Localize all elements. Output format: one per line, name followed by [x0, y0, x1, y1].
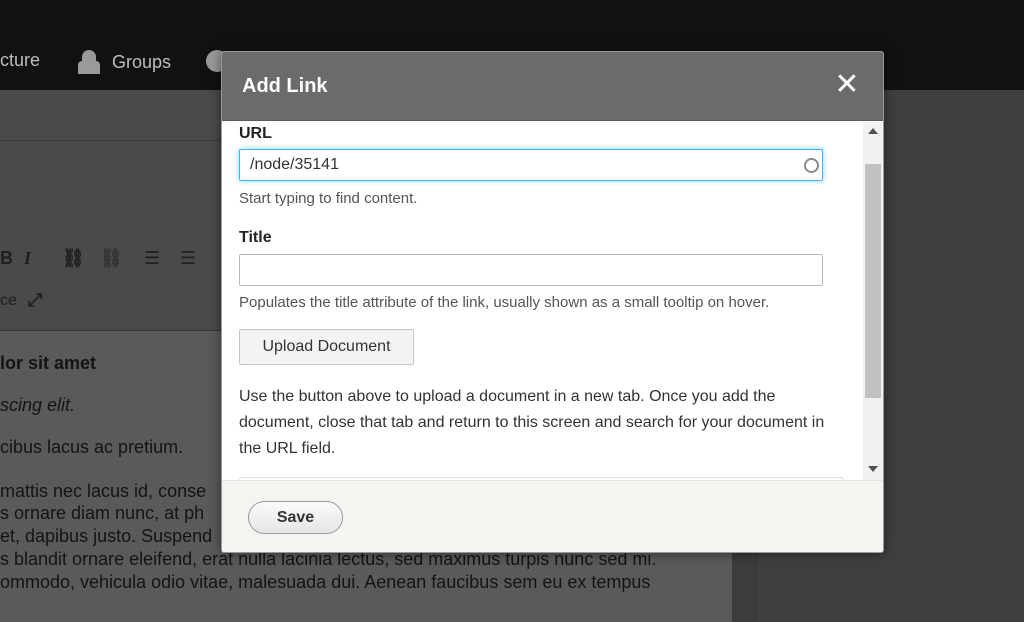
- dialog-body: URL Start typing to find content. Title …: [222, 122, 883, 480]
- toolbar-structure-link[interactable]: cture: [0, 50, 40, 71]
- scroll-up-arrow-icon[interactable]: [868, 128, 878, 134]
- content-line: ommodo, vehicula odio vitae, malesuada d…: [0, 572, 651, 592]
- toolbar-groups-label: Groups: [112, 51, 172, 72]
- maximize-icon[interactable]: ⤢: [28, 290, 42, 311]
- content-line: mattis nec lacus id, conse: [0, 481, 207, 501]
- dialog-footer: Save: [222, 480, 883, 552]
- title-label: Title: [239, 229, 272, 246]
- upload-help-text: Use the button above to upload a documen…: [239, 388, 825, 457]
- source-button-label[interactable]: ce: [0, 292, 17, 310]
- title-input[interactable]: [239, 254, 823, 286]
- content-line: s ornare diam nunc, at ph: [0, 503, 205, 523]
- toolbar-groups-link[interactable]: Groups: [78, 50, 171, 74]
- groups-icon: [78, 50, 100, 74]
- unlink-icon[interactable]: ⛓: [100, 248, 123, 269]
- bold-icon[interactable]: B: [0, 248, 13, 269]
- bulleted-list-icon[interactable]: ☰: [144, 248, 160, 269]
- content-line: cibus lacus ac pretium.: [0, 437, 184, 457]
- url-input[interactable]: [239, 149, 823, 181]
- content-line: et, dapibus justo. Suspend: [0, 526, 213, 546]
- italic-icon[interactable]: I: [24, 248, 31, 269]
- scroll-thumb[interactable]: [865, 164, 881, 398]
- dialog-title: Add Link: [242, 75, 328, 97]
- content-line: lor sit amet: [0, 353, 97, 373]
- url-description: Start typing to find content.: [239, 190, 418, 207]
- scroll-down-arrow-icon[interactable]: [868, 466, 878, 472]
- numbered-list-icon[interactable]: ☰: [180, 248, 196, 269]
- add-link-dialog: Add Link ✕ URL Start typing to find cont…: [221, 51, 884, 553]
- dialog-scrollbar[interactable]: [863, 122, 883, 480]
- close-icon[interactable]: ✕: [832, 70, 862, 100]
- link-icon[interactable]: ⛓: [62, 248, 85, 269]
- save-button[interactable]: Save: [248, 501, 343, 534]
- upload-document-button[interactable]: Upload Document: [239, 329, 414, 365]
- autocomplete-throbber-icon: [804, 158, 819, 173]
- title-description: Populates the title attribute of the lin…: [239, 294, 770, 311]
- url-label: URL: [239, 125, 272, 142]
- dialog-header: Add Link ✕: [222, 52, 883, 121]
- content-line: scing elit.: [0, 395, 76, 415]
